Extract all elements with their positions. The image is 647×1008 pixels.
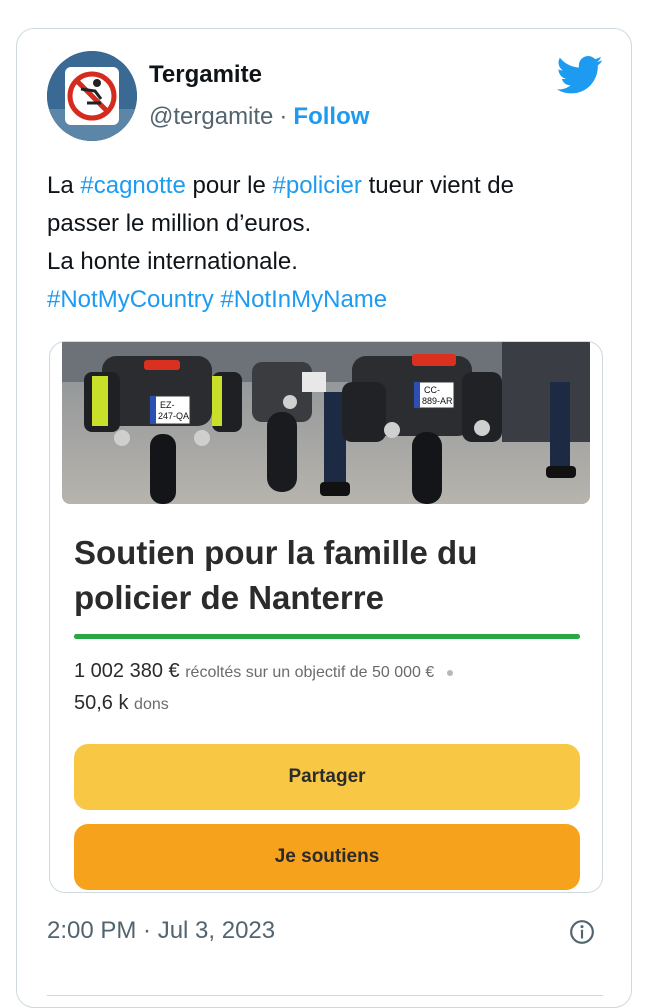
tweet-text-segment: La honte internationale. bbox=[47, 248, 298, 275]
tweet-line: La honte internationale. bbox=[47, 243, 617, 281]
tweet-line: La #cagnotte pour le #policier tueur vie… bbox=[47, 167, 617, 205]
tweet-text-segment: tueur vient de bbox=[361, 172, 515, 199]
goal-text: récoltés sur un objectif de 50 000 € bbox=[185, 664, 435, 681]
progress-bar bbox=[74, 634, 580, 639]
author-meta: @tergamite · Follow bbox=[149, 103, 369, 131]
hashtag-link[interactable]: #policier bbox=[273, 172, 362, 199]
donations-count: 50,6 k bbox=[74, 692, 129, 714]
hashtag-link[interactable]: #NotMyCountry bbox=[47, 286, 214, 313]
donations-label: dons bbox=[134, 696, 169, 713]
campaign-stats: 1 002 380 € récoltés sur un objectif de … bbox=[74, 656, 584, 720]
plate-right-line1: CC- bbox=[424, 385, 440, 395]
police-motorcycles-image: EZ- 247-QA CC- 889-AR bbox=[62, 342, 590, 504]
campaign-title[interactable]: Soutien pour la famille du policier de N… bbox=[74, 530, 574, 620]
tweet-text-segment: pour le bbox=[185, 172, 273, 199]
tweet-line: #NotMyCountry #NotInMyName bbox=[47, 281, 617, 319]
follow-button[interactable]: Follow bbox=[293, 103, 369, 130]
bullet-separator: ● bbox=[445, 664, 455, 680]
twitter-bird-icon[interactable] bbox=[557, 55, 603, 95]
progress-fill bbox=[74, 634, 580, 639]
meta-separator: · bbox=[279, 103, 288, 130]
plate-left-line2: 247-QA bbox=[158, 411, 189, 421]
tweet-text: La #cagnotte pour le #policier tueur vie… bbox=[47, 167, 617, 319]
donations-line: 50,6 k dons bbox=[74, 688, 584, 720]
footer-divider bbox=[47, 995, 603, 996]
author-handle[interactable]: @tergamite bbox=[149, 103, 273, 130]
support-button[interactable]: Je soutiens bbox=[74, 824, 580, 890]
tweet-text-segment: passer le million d’euros. bbox=[47, 210, 312, 237]
tweet-card: Tergamite @tergamite · Follow La #cagnotte… bbox=[16, 28, 632, 1008]
tweet-line: passer le million d’euros. bbox=[47, 205, 617, 243]
hashtag-link[interactable]: #cagnotte bbox=[80, 172, 185, 199]
author-name[interactable]: Tergamite bbox=[149, 61, 262, 89]
no-diving-sign-icon bbox=[47, 51, 137, 141]
plate-left-line1: EZ- bbox=[160, 400, 175, 410]
campaign-photo: EZ- 247-QA CC- 889-AR bbox=[62, 342, 590, 504]
tweet-timestamp[interactable]: 2:00 PM · Jul 3, 2023 bbox=[47, 917, 275, 945]
campaign-embed[interactable]: EZ- 247-QA CC- 889-AR Soutien pour la fa… bbox=[49, 341, 603, 893]
hashtag-link[interactable]: #NotInMyName bbox=[220, 286, 387, 313]
plate-right-line2: 889-AR bbox=[422, 396, 453, 406]
info-icon[interactable] bbox=[569, 919, 595, 945]
amount-line: 1 002 380 € récoltés sur un objectif de … bbox=[74, 656, 584, 688]
avatar[interactable] bbox=[47, 51, 137, 141]
amount-raised: 1 002 380 € bbox=[74, 660, 180, 682]
share-button[interactable]: Partager bbox=[74, 744, 580, 810]
tweet-text-segment: La bbox=[47, 172, 81, 199]
